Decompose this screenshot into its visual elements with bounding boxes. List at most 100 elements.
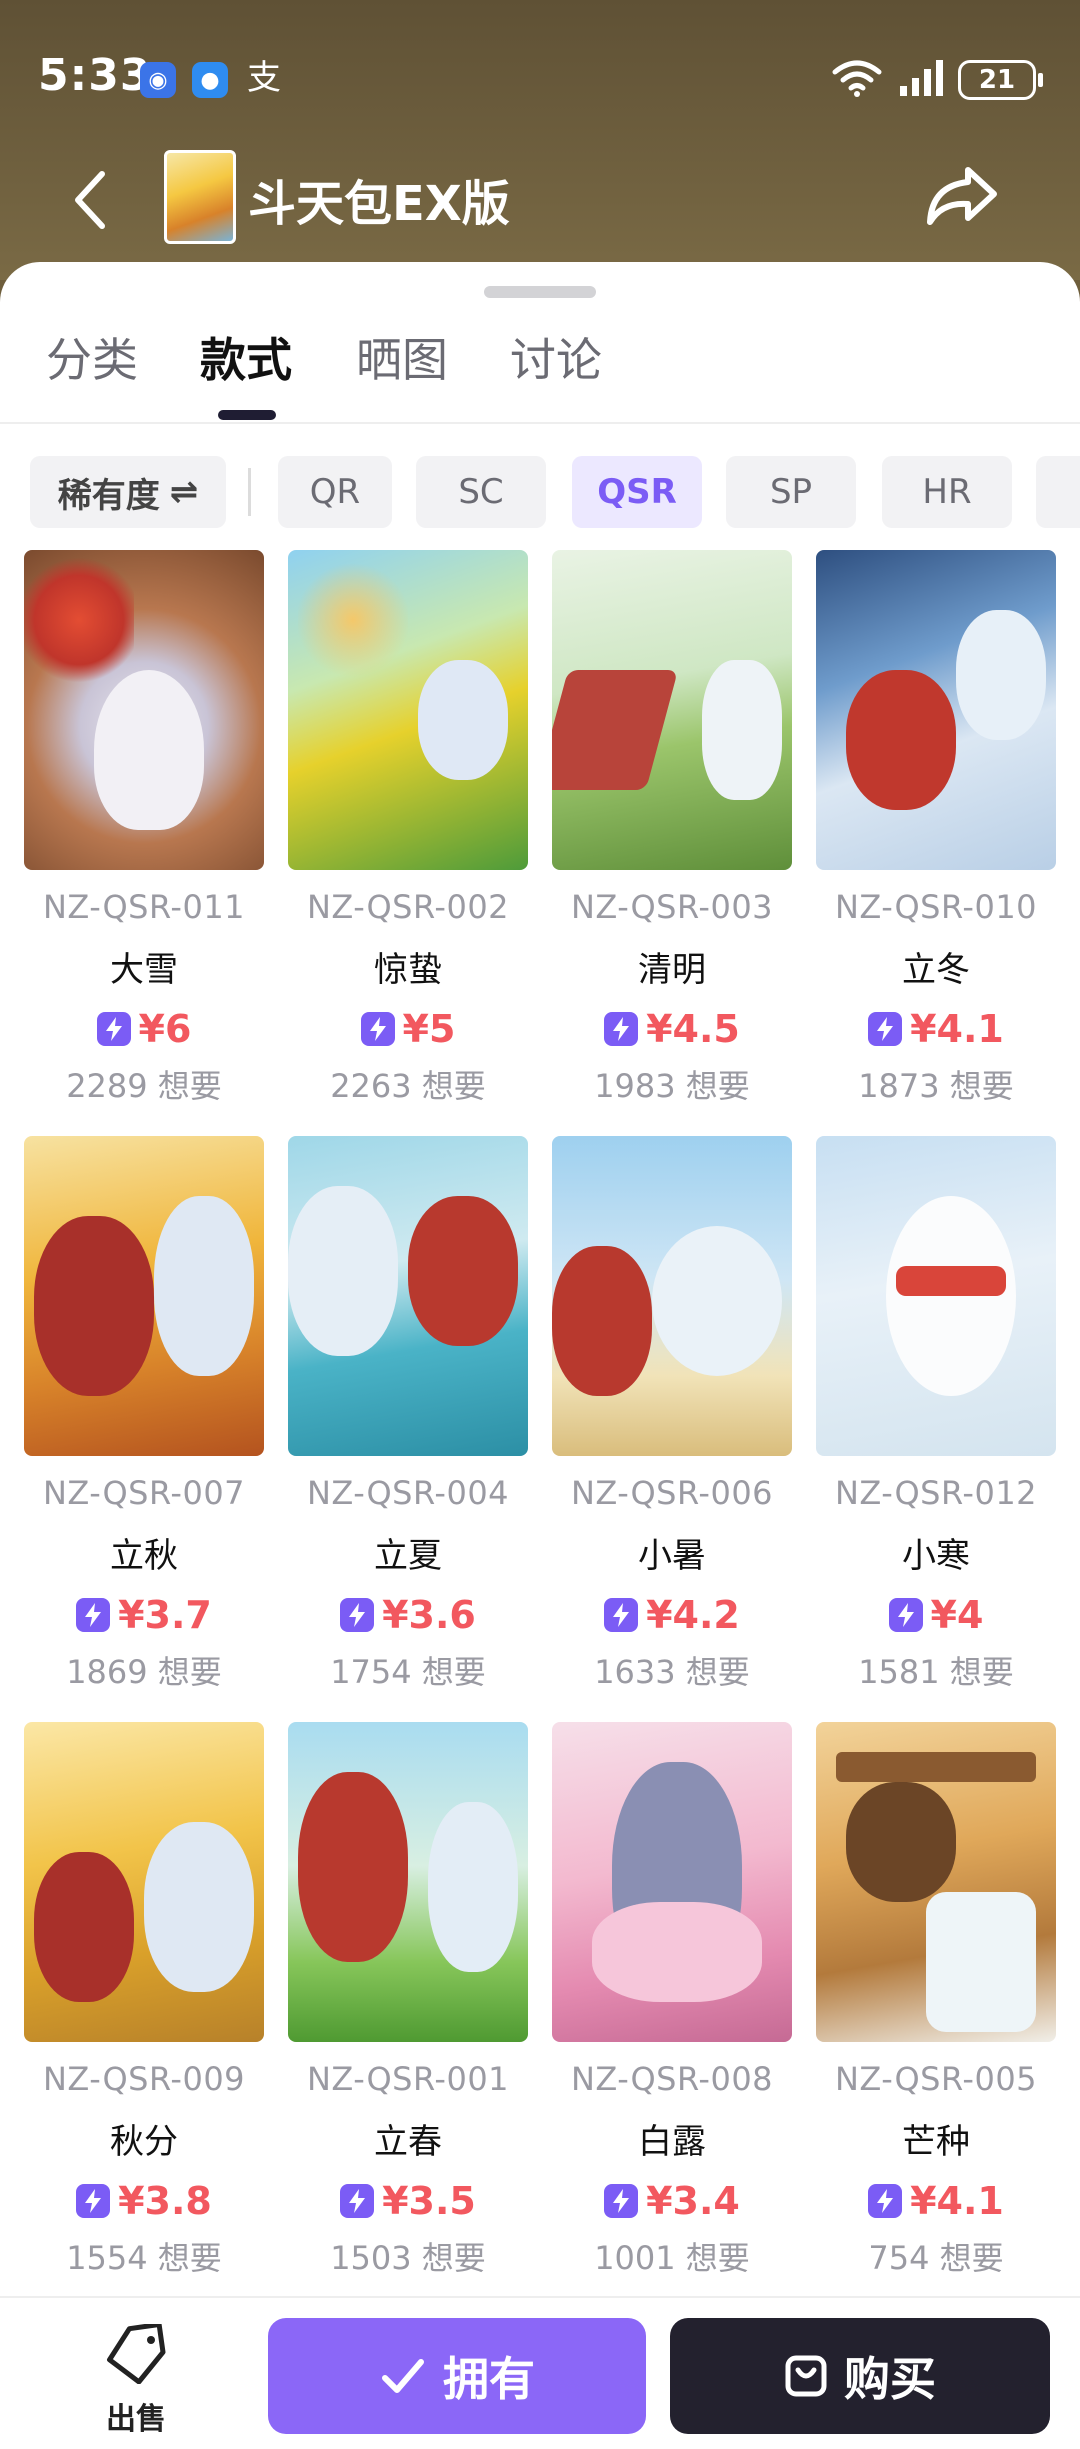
- share-icon: [927, 167, 997, 225]
- want-count: 754 想要: [868, 2239, 1004, 2277]
- card-item[interactable]: NZ-QSR-011 大雪 ¥6 2289 想要: [24, 550, 264, 1107]
- card-item[interactable]: NZ-QSR-003 清明 ¥4.5 1983 想要: [552, 550, 792, 1107]
- card-item[interactable]: NZ-QSR-009 秋分 ¥3.8 1554 想要: [24, 1722, 264, 2279]
- battery-indicator: 21: [958, 60, 1043, 100]
- card-item[interactable]: NZ-QSR-004 立夏 ¥3.6 1754 想要: [288, 1136, 528, 1693]
- price-value: ¥3.6: [382, 1593, 476, 1637]
- filter-chip-qr[interactable]: QR: [278, 456, 392, 528]
- card-image: [288, 1722, 528, 2042]
- header: 斗天包EX版: [0, 140, 1080, 260]
- tab-discussion[interactable]: 讨论: [510, 324, 602, 390]
- card-image: [552, 550, 792, 870]
- card-price: ¥4: [816, 1593, 1056, 1637]
- card-name: 小寒: [902, 1536, 970, 1576]
- filter-divider: [248, 468, 251, 516]
- price-value: ¥5: [402, 1007, 456, 1051]
- bottom-action-bar: 出售 拥有 购买: [0, 2296, 1080, 2449]
- chat-notification-icon: ●: [192, 62, 228, 98]
- card-image: [24, 1722, 264, 2042]
- card-price: ¥3.6: [288, 1593, 528, 1637]
- filter-chip-hr[interactable]: HR: [882, 456, 1012, 528]
- price-value: ¥4.1: [910, 2179, 1004, 2223]
- lightning-icon: [340, 2184, 375, 2218]
- card-name: 立冬: [902, 950, 970, 990]
- card-code: NZ-QSR-003: [570, 888, 774, 926]
- lightning-icon: [604, 1598, 639, 1632]
- want-count: 1503 想要: [330, 2239, 486, 2277]
- tab-photos[interactable]: 晒图: [356, 324, 448, 390]
- filter-chip-qsr[interactable]: QSR: [572, 456, 702, 528]
- price-value: ¥6: [138, 1007, 192, 1051]
- card-image: [816, 1722, 1056, 2042]
- card-name: 芒种: [902, 2122, 970, 2162]
- want-count: 1869 想要: [66, 1653, 222, 1691]
- filter-chip-sp[interactable]: SP: [726, 456, 856, 528]
- want-count: 2289 想要: [66, 1067, 222, 1105]
- price-value: ¥4.1: [910, 1007, 1004, 1051]
- card-code: NZ-QSR-011: [42, 888, 246, 926]
- card-item[interactable]: NZ-QSR-002 惊蛰 ¥5 2263 想要: [288, 550, 528, 1107]
- swap-icon: ⇌: [169, 472, 199, 512]
- card-item[interactable]: NZ-QSR-005 芒种 ¥4.1 754 想要: [816, 1722, 1056, 2279]
- card-price: ¥4.1: [816, 2179, 1056, 2223]
- shopping-bag-icon: [785, 2355, 827, 2397]
- card-image: [552, 1136, 792, 1456]
- tab-styles[interactable]: 款式: [200, 324, 292, 390]
- filter-chip-sc[interactable]: SC: [416, 456, 546, 528]
- cellular-signal-icon: [900, 60, 943, 96]
- card-image: [816, 550, 1056, 870]
- filter-chip-more[interactable]: [1036, 456, 1080, 528]
- card-item[interactable]: NZ-QSR-010 立冬 ¥4.1 1873 想要: [816, 550, 1056, 1107]
- card-name: 小暑: [638, 1536, 706, 1576]
- lightning-icon: [868, 1012, 903, 1046]
- rarity-sort-button[interactable]: 稀有度 ⇌: [30, 456, 226, 528]
- price-value: ¥3.4: [646, 2179, 740, 2223]
- wifi-icon: [832, 60, 882, 97]
- lightning-icon: [604, 2184, 639, 2218]
- buy-button[interactable]: 购买: [670, 2318, 1050, 2434]
- tag-icon: [107, 2321, 166, 2385]
- card-code: NZ-QSR-001: [306, 2060, 510, 2098]
- tab-category[interactable]: 分类: [46, 324, 138, 390]
- card-name: 清明: [638, 950, 706, 990]
- card-code: NZ-QSR-006: [570, 1474, 774, 1512]
- card-image: [816, 1136, 1056, 1456]
- card-code: NZ-QSR-010: [834, 888, 1038, 926]
- card-name: 白露: [638, 2122, 706, 2162]
- sell-button[interactable]: 出售: [88, 2321, 184, 2438]
- card-item[interactable]: NZ-QSR-012 小寒 ¥4 1581 想要: [816, 1136, 1056, 1693]
- lightning-icon: [360, 1012, 395, 1046]
- app-notification-icon: ◉: [140, 62, 176, 98]
- want-count: 1873 想要: [858, 1067, 1014, 1105]
- card-price: ¥6: [24, 1007, 264, 1051]
- card-price: ¥4.1: [816, 1007, 1056, 1051]
- share-button[interactable]: [920, 154, 1004, 238]
- card-price: ¥3.8: [24, 2179, 264, 2223]
- lightning-icon: [604, 1012, 639, 1046]
- want-count: 1633 想要: [594, 1653, 750, 1691]
- card-price: ¥3.4: [552, 2179, 792, 2223]
- card-price: ¥5: [288, 1007, 528, 1051]
- rarity-filter-bar: 稀有度 ⇌ QR SC QSR SP HR: [0, 456, 1080, 532]
- card-item[interactable]: NZ-QSR-008 白露 ¥3.4 1001 想要: [552, 1722, 792, 2279]
- card-image: [24, 550, 264, 870]
- card-code: NZ-QSR-004: [306, 1474, 510, 1512]
- card-price: ¥3.5: [288, 2179, 528, 2223]
- sheet-grabber[interactable]: [484, 286, 596, 298]
- card-code: NZ-QSR-008: [570, 2060, 774, 2098]
- lightning-icon: [888, 1598, 923, 1632]
- card-item[interactable]: NZ-QSR-007 立秋 ¥3.7 1869 想要: [24, 1136, 264, 1693]
- chevron-left-icon: [75, 171, 105, 229]
- price-value: ¥4: [930, 1593, 984, 1637]
- own-button[interactable]: 拥有: [268, 2318, 646, 2434]
- want-count: 2263 想要: [330, 1067, 486, 1105]
- card-item[interactable]: NZ-QSR-006 小暑 ¥4.2 1633 想要: [552, 1136, 792, 1693]
- lightning-icon: [868, 2184, 903, 2218]
- buy-label: 购买: [844, 2352, 936, 2406]
- card-item[interactable]: NZ-QSR-001 立春 ¥3.5 1503 想要: [288, 1722, 528, 2279]
- card-code: NZ-QSR-009: [42, 2060, 246, 2098]
- own-label: 拥有: [443, 2352, 535, 2406]
- card-price: ¥4.5: [552, 1007, 792, 1051]
- back-button[interactable]: [50, 160, 130, 240]
- tab-bar: 分类 款式 晒图 讨论: [0, 324, 1080, 424]
